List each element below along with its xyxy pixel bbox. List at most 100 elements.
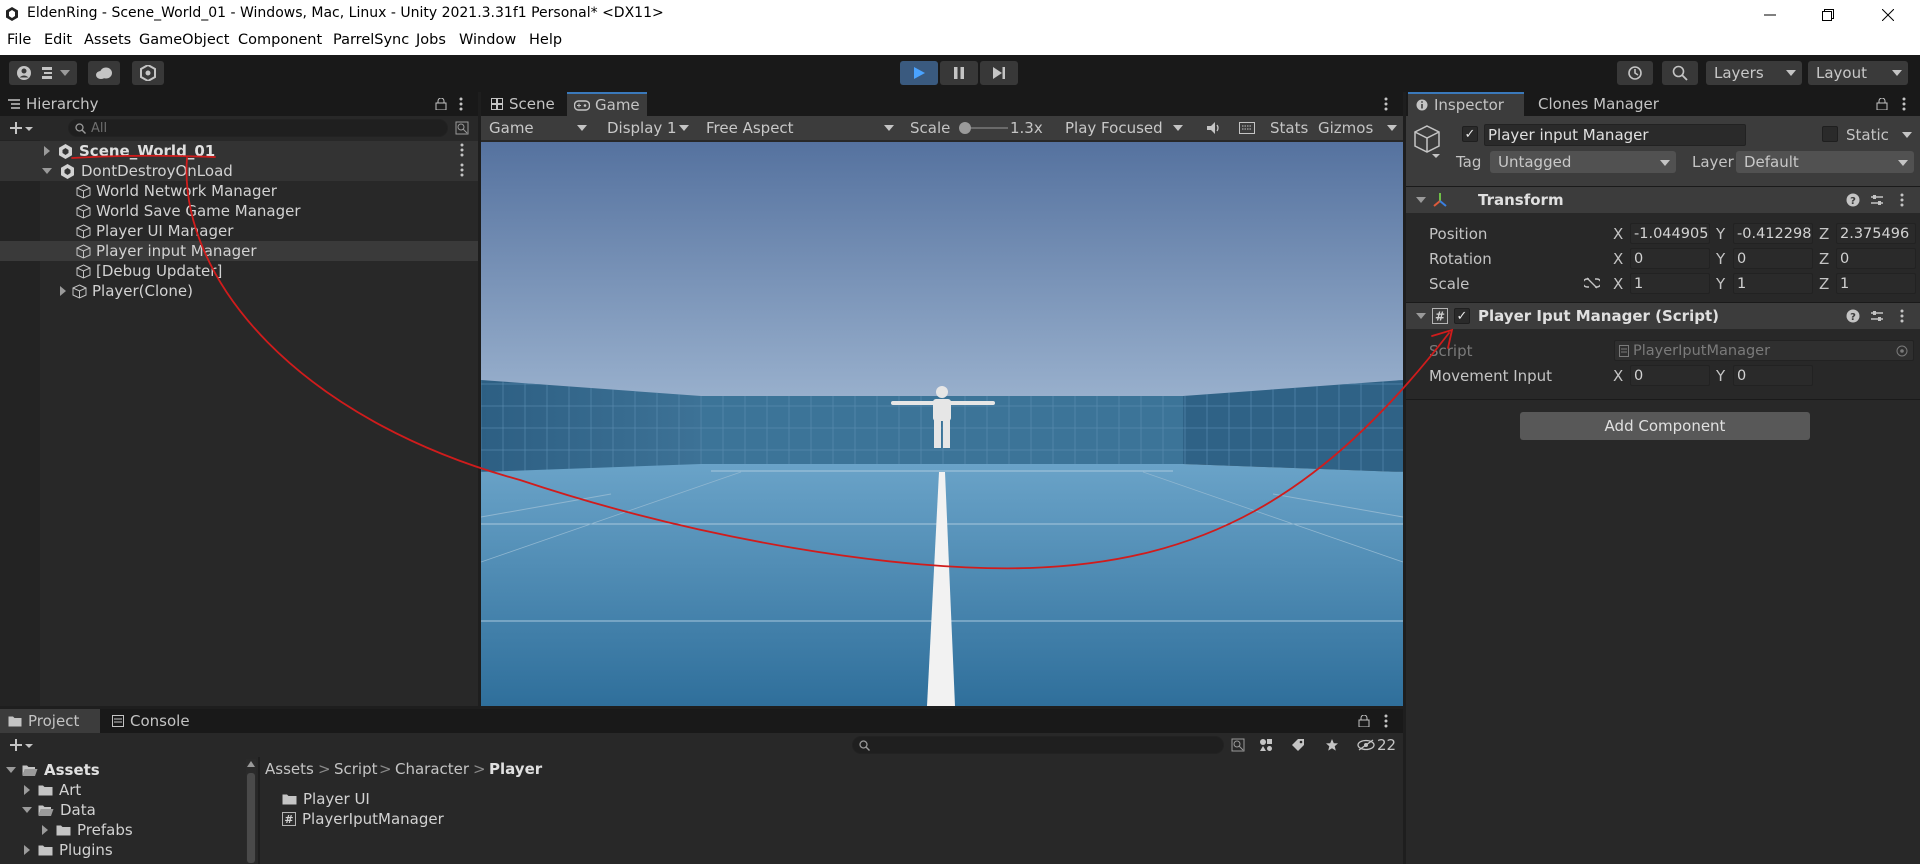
tab-hierarchy[interactable]: Hierarchy <box>0 92 100 116</box>
more-menu-icon[interactable] <box>460 163 464 177</box>
rotation-x-field[interactable]: 0 <box>1630 248 1710 269</box>
more-menu-icon[interactable] <box>460 143 464 157</box>
mute-audio-icon[interactable] <box>1205 120 1223 136</box>
unlink-icon[interactable] <box>1584 277 1600 289</box>
tree-item-data[interactable]: Data <box>22 800 96 820</box>
hierarchy-search-input[interactable]: All <box>68 119 448 137</box>
position-z-field[interactable]: 2.375496 <box>1836 223 1916 244</box>
lock-icon[interactable] <box>1875 96 1889 112</box>
tab-console[interactable]: Console <box>104 709 200 733</box>
hierarchy-item-selected[interactable]: Player input Manager <box>0 241 478 261</box>
static-checkbox[interactable] <box>1822 126 1838 142</box>
file-item-script[interactable]: # PlayerIputManager <box>282 809 444 829</box>
menu-window[interactable]: Window <box>459 32 516 48</box>
breadcrumb-item[interactable]: Assets <box>265 760 314 778</box>
menu-component[interactable]: Component <box>238 32 322 48</box>
display-dropdown[interactable]: Display 1 <box>599 116 695 140</box>
tree-item-art[interactable]: Art <box>24 780 81 800</box>
scale-z-field[interactable]: 1 <box>1836 273 1916 294</box>
more-menu-icon[interactable] <box>1381 96 1391 112</box>
scene-visibility-icon[interactable] <box>454 120 470 136</box>
game-view-dropdown[interactable]: Game <box>481 116 593 140</box>
more-menu-icon[interactable] <box>1900 193 1904 207</box>
project-search-input[interactable] <box>852 736 1224 754</box>
tree-item-assets[interactable]: Assets <box>6 760 100 780</box>
hierarchy-item[interactable]: [Debug Updater] <box>76 261 222 281</box>
preset-icon[interactable] <box>1870 309 1884 323</box>
breadcrumb-item-current[interactable]: Player <box>489 760 542 778</box>
more-menu-icon[interactable] <box>1899 96 1909 112</box>
scrollbar-thumb[interactable] <box>247 773 255 863</box>
services-button[interactable] <box>132 61 164 85</box>
position-y-field[interactable]: -0.412298 <box>1733 223 1813 244</box>
label-tag-icon[interactable] <box>1290 737 1306 753</box>
more-menu-icon[interactable] <box>1900 309 1904 323</box>
help-icon[interactable]: ? <box>1846 309 1860 323</box>
movement-x-field[interactable]: 0 <box>1630 365 1710 386</box>
dontdestroy-row[interactable]: DontDestroyOnLoad <box>0 161 478 181</box>
menu-parrelsync[interactable]: ParrelSync <box>333 32 409 48</box>
menu-help[interactable]: Help <box>529 32 562 48</box>
favorite-star-icon[interactable] <box>1324 737 1340 753</box>
hierarchy-item[interactable]: Player(Clone) <box>60 281 193 301</box>
lock-icon[interactable] <box>434 96 448 112</box>
more-menu-icon[interactable] <box>456 96 466 112</box>
scale-slider-handle[interactable] <box>959 122 971 134</box>
game-viewport[interactable] <box>481 142 1403 706</box>
search-scope-icon[interactable] <box>1230 737 1246 753</box>
layout-dropdown[interactable]: Layout <box>1808 61 1908 85</box>
hierarchy-item[interactable]: World Network Manager <box>76 181 277 201</box>
history-button[interactable] <box>1617 61 1653 85</box>
add-component-button[interactable]: Add Component <box>1520 412 1810 440</box>
tab-inspector[interactable]: Inspector <box>1408 92 1524 116</box>
movement-y-field[interactable]: 0 <box>1733 365 1813 386</box>
tab-scene[interactable]: Scene <box>483 92 565 116</box>
layers-dropdown[interactable]: Layers <box>1706 61 1802 85</box>
restore-button[interactable] <box>1800 0 1856 29</box>
filter-type-icon[interactable] <box>1258 737 1274 753</box>
scene-row[interactable]: Scene_World_01 <box>0 141 478 161</box>
menu-assets[interactable]: Assets <box>84 32 131 48</box>
tab-project[interactable]: Project <box>0 709 100 733</box>
hierarchy-item[interactable]: Player UI Manager <box>76 221 233 241</box>
scroll-up-icon[interactable] <box>247 761 255 767</box>
object-name-field[interactable]: Player input Manager <box>1484 124 1746 146</box>
tab-game[interactable]: Game <box>567 92 647 116</box>
script-component-header[interactable]: # ✓ Player Iput Manager (Script) ? <box>1406 303 1920 329</box>
step-button[interactable] <box>980 61 1018 85</box>
scale-x-field[interactable]: 1 <box>1630 273 1710 294</box>
add-icon[interactable] <box>6 737 36 753</box>
tree-item-prefabs[interactable]: Prefabs <box>42 820 133 840</box>
help-icon[interactable]: ? <box>1846 193 1860 207</box>
account-button[interactable] <box>9 61 77 85</box>
position-x-field[interactable]: -1.044905 <box>1630 223 1710 244</box>
more-menu-icon[interactable] <box>1381 713 1391 729</box>
add-icon[interactable] <box>6 120 36 136</box>
pause-button[interactable] <box>940 61 978 85</box>
rotation-y-field[interactable]: 0 <box>1733 248 1813 269</box>
tree-scrollbar[interactable] <box>246 759 256 863</box>
menu-gameobject[interactable]: GameObject <box>139 32 229 48</box>
menu-jobs[interactable]: Jobs <box>416 32 446 48</box>
minimize-button[interactable] <box>1742 0 1798 29</box>
hidden-packages-icon[interactable] <box>1356 737 1376 753</box>
chevron-down-icon[interactable] <box>1902 132 1912 138</box>
scale-y-field[interactable]: 1 <box>1733 273 1813 294</box>
layer-dropdown[interactable]: Default <box>1736 151 1914 173</box>
lock-icon[interactable] <box>1357 713 1371 729</box>
transform-header[interactable]: Transform ? <box>1406 187 1920 213</box>
tab-clones-manager[interactable]: Clones Manager <box>1532 92 1670 116</box>
script-enabled-checkbox[interactable]: ✓ <box>1454 308 1470 324</box>
breadcrumb-item[interactable]: Script <box>334 760 378 778</box>
play-button[interactable] <box>900 61 938 85</box>
play-mode-dropdown[interactable]: Play Focused <box>1057 116 1189 140</box>
close-button[interactable] <box>1860 0 1916 29</box>
preset-icon[interactable] <box>1870 193 1884 207</box>
rotation-z-field[interactable]: 0 <box>1836 248 1916 269</box>
stats-button[interactable]: Stats <box>1270 119 1308 137</box>
chevron-down-icon[interactable] <box>1387 125 1397 131</box>
hierarchy-item[interactable]: World Save Game Manager <box>76 201 301 221</box>
active-checkbox[interactable]: ✓ <box>1462 126 1478 142</box>
file-item-folder[interactable]: Player UI <box>282 789 370 809</box>
aspect-dropdown[interactable]: Free Aspect <box>698 116 900 140</box>
